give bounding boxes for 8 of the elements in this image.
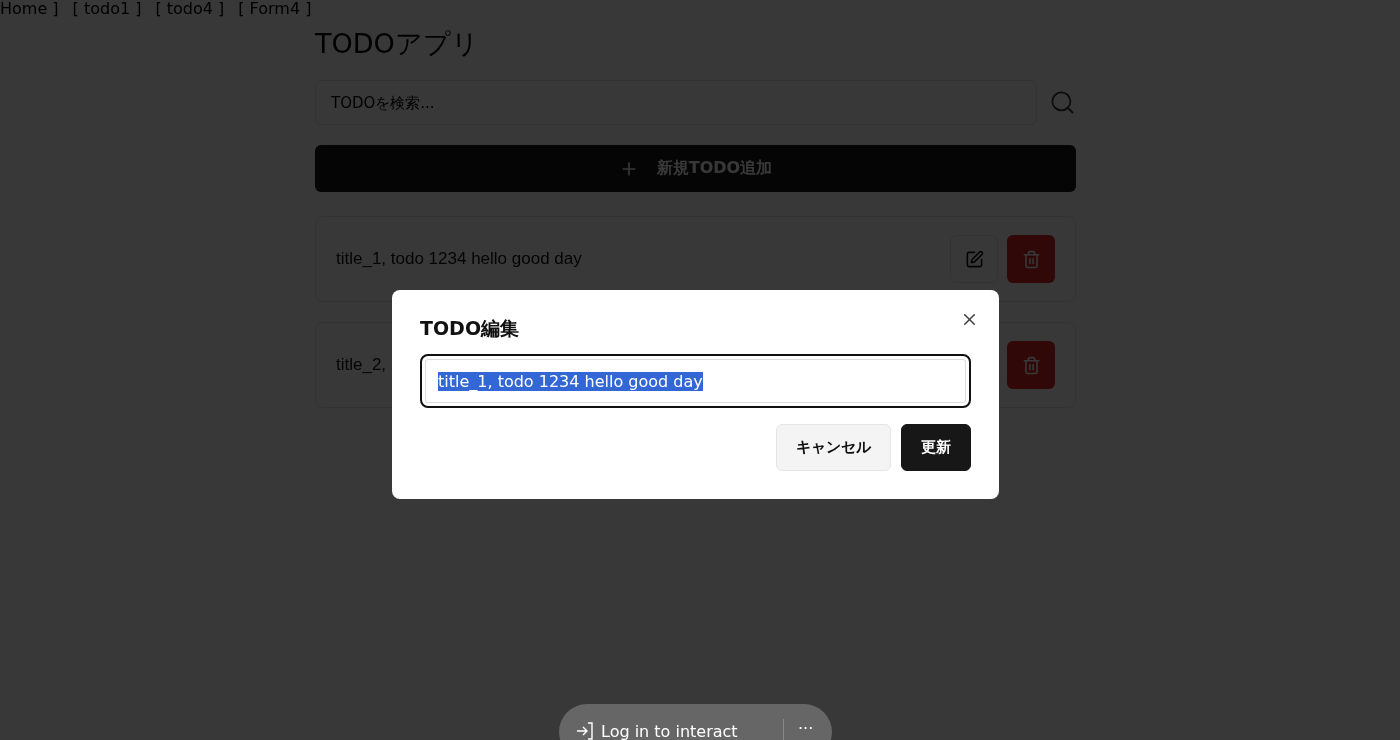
update-button[interactable]: 更新: [901, 424, 971, 471]
cancel-button[interactable]: キャンセル: [776, 424, 891, 471]
input-field[interactable]: title_1, todo 1234 hello good day: [420, 354, 971, 408]
app-title: TODOアプリ: [315, 27, 480, 61]
dialog-title: TODO編集: [420, 316, 521, 341]
login-icon: [575, 721, 595, 740]
login-button[interactable]: Log in to interact: [559, 719, 784, 740]
more-button[interactable]: ···: [784, 719, 814, 738]
